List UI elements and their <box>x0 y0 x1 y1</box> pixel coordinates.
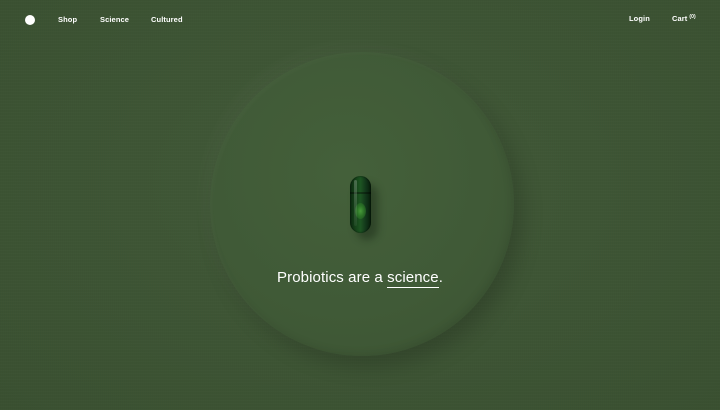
cart-count-badge: (0) <box>689 14 696 20</box>
hero-headline: Probiotics are a science. <box>0 269 720 288</box>
headline-prefix: Probiotics are a <box>277 269 388 286</box>
nav-link-science[interactable]: Science <box>100 15 129 25</box>
capsule-pill-icon <box>350 176 371 233</box>
nav-link-login[interactable]: Login <box>629 14 650 24</box>
nav-cart-button[interactable]: Cart (0) <box>672 14 696 24</box>
science-link[interactable]: science <box>387 269 439 288</box>
capsule-highlight <box>354 180 357 226</box>
page: Shop Science Cultured Login Cart (0) Prob… <box>0 0 720 410</box>
cart-label: Cart <box>672 14 688 23</box>
logo-icon[interactable] <box>25 15 35 25</box>
headline-suffix: . <box>438 269 443 286</box>
nav-link-cultured[interactable]: Cultured <box>151 15 183 25</box>
nav-link-shop[interactable]: Shop <box>58 15 77 25</box>
